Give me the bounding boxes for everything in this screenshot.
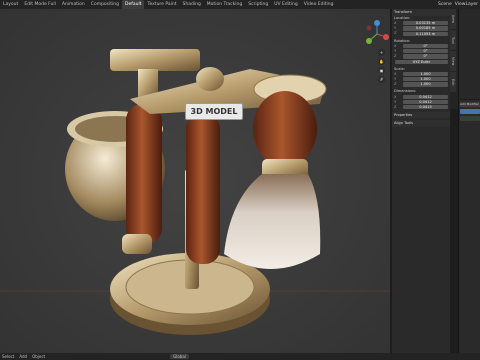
dimensions-z-field[interactable]: 0.0415 — [403, 105, 448, 110]
workspace-tab[interactable]: UV Editing — [271, 0, 300, 9]
workspace-tab[interactable]: Layout — [0, 0, 21, 9]
workspace-tab[interactable]: Motion Tracking — [204, 0, 245, 9]
tab-tool[interactable]: Tool — [450, 30, 456, 50]
workspace-tab[interactable]: Texture Paint — [144, 0, 179, 9]
camera-icon[interactable]: ▣ — [378, 67, 385, 74]
workspace-tab[interactable]: Shading — [180, 0, 204, 9]
object-menu[interactable]: Object — [32, 353, 45, 360]
outliner[interactable] — [458, 9, 480, 99]
workspace-tab[interactable]: Compositing — [88, 0, 122, 9]
transform-header[interactable]: Transform — [392, 9, 450, 16]
dimensions-label: Dimensions: — [394, 89, 417, 94]
dimensions-x-field[interactable]: 0.0412 — [403, 94, 448, 99]
razor-handle — [126, 104, 162, 244]
tab-item[interactable]: Item — [450, 9, 456, 29]
dimensions-y-field[interactable]: 0.0412 — [403, 99, 448, 105]
view-layer-selector[interactable]: ViewLayer — [455, 0, 478, 9]
bottom-bar: Select Add Object Global — [0, 353, 480, 360]
scale-y-field[interactable]: 1.000 — [403, 77, 448, 82]
scale-x-field[interactable]: 1.000 — [403, 71, 448, 77]
rotation-z-field[interactable]: 0° — [403, 54, 448, 59]
property-row[interactable] — [460, 116, 480, 121]
tab-edit[interactable]: Edit — [450, 72, 456, 92]
brush-handle — [253, 91, 317, 167]
align-tools-header[interactable]: Align Tools — [392, 120, 450, 127]
scene-selector[interactable]: Scene — [438, 0, 452, 9]
stand-handle — [186, 114, 220, 264]
properties-editor: Add Modifier — [458, 100, 480, 353]
n-panel-tabs: Item Tool View Edit — [450, 9, 458, 109]
workspace-tab[interactable]: Video Editing — [301, 0, 337, 9]
razor-head — [110, 49, 200, 71]
location-label: Location: — [394, 15, 411, 20]
rotation-y-field[interactable]: 0° — [403, 49, 448, 54]
workspace-tab[interactable]: Scripting — [245, 0, 271, 9]
navigation-gizmo[interactable] — [364, 19, 390, 49]
active-property-button[interactable] — [460, 109, 480, 114]
location-z-field[interactable]: 0.11093 m — [403, 31, 448, 36]
workspace-tab[interactable]: Animation — [59, 0, 88, 9]
workspace-tab[interactable]: Edit Mode Full — [21, 0, 59, 9]
rotation-label: Rotation: — [394, 38, 411, 43]
scale-label: Scale: — [394, 66, 405, 71]
3d-model-badge: 3D MODEL — [185, 103, 243, 120]
tab-view[interactable]: View — [450, 51, 456, 71]
location-y-field[interactable]: 0.00185 m — [403, 26, 448, 31]
scene-render — [0, 9, 390, 353]
zoom-icon[interactable]: + — [378, 49, 385, 56]
n-panel: Transform Location: X 0.03135 m Y 0.00185 … — [392, 9, 450, 353]
workspace-tab-active[interactable]: Default — [122, 0, 145, 9]
add-menu[interactable]: Add — [19, 353, 27, 360]
location-x-field[interactable]: 0.03135 m — [403, 21, 448, 26]
hand-pan-icon[interactable]: ✋ — [378, 58, 385, 65]
rotation-x-field[interactable]: 0° — [403, 44, 448, 49]
add-modifier-button[interactable]: Add Modifier — [460, 102, 480, 107]
grid-icon[interactable]: # — [378, 76, 385, 83]
select-menu[interactable]: Select — [2, 353, 14, 360]
scale-z-field[interactable]: 1.000 — [403, 82, 448, 87]
transform-orientation-select[interactable]: Global — [170, 354, 189, 359]
rotation-mode-select[interactable]: XYZ Euler — [395, 59, 448, 64]
viewport-tools: + ✋ ▣ # — [378, 49, 385, 83]
properties-header[interactable]: Properties — [392, 111, 450, 119]
3d-viewport[interactable]: User Perspective (1) Scene Collection | … — [0, 9, 390, 353]
